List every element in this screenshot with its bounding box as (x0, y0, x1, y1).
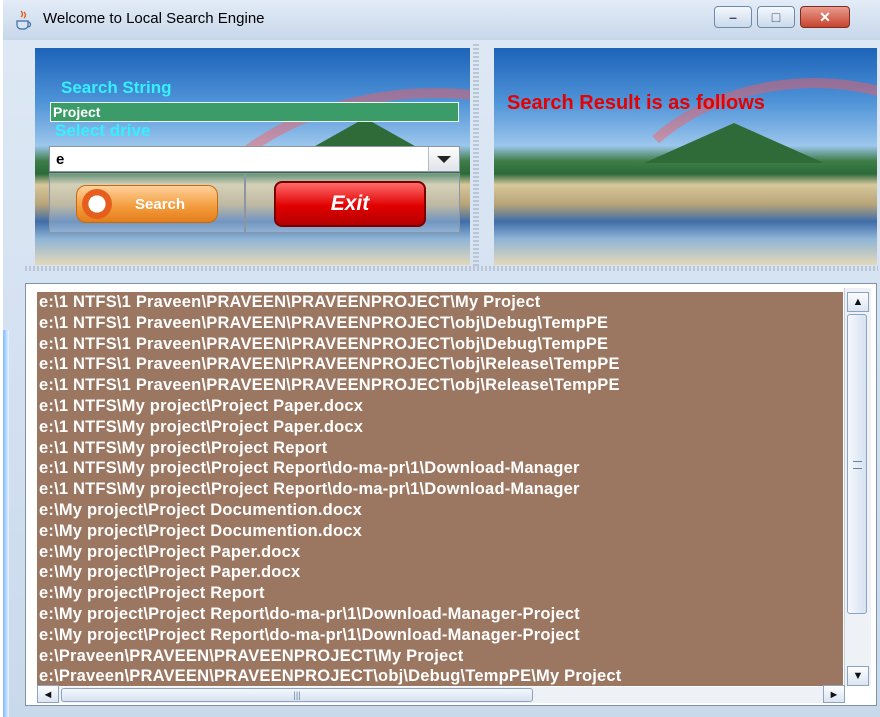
search-button-cell: Search (49, 173, 245, 233)
scroll-left-button[interactable]: ◄ (37, 685, 59, 703)
vertical-scroll-thumb[interactable] (847, 314, 867, 614)
close-icon: ✕ (819, 9, 831, 25)
mountain-decoration (644, 123, 824, 163)
magnifier-icon (82, 189, 112, 219)
close-button[interactable]: ✕ (800, 6, 850, 28)
result-row[interactable]: e:\My project\Project Report\do-ma-pr\1\… (37, 604, 843, 625)
results-scroll-pane: e:\1 NTFS\1 Praveen\PRAVEEN\PRAVEENPROJE… (25, 283, 877, 706)
maximize-icon: □ (771, 9, 781, 25)
search-button-label: Search (135, 196, 186, 213)
result-row[interactable]: e:\1 NTFS\1 Praveen\PRAVEEN\PRAVEENPROJE… (37, 313, 843, 334)
vertical-scrollbar[interactable]: ▲ ▼ (844, 288, 871, 686)
drive-select-value: e (56, 151, 65, 168)
result-row[interactable]: e:\1 NTFS\1 Praveen\PRAVEEN\PRAVEENPROJE… (37, 375, 843, 396)
scroll-up-button[interactable]: ▲ (847, 292, 869, 312)
exit-button-cell: Exit (245, 173, 460, 233)
vertical-splitter[interactable] (473, 44, 479, 266)
drive-select[interactable]: e (49, 146, 460, 172)
minimize-icon: – (729, 9, 737, 25)
horizontal-scroll-thumb[interactable]: ||| (61, 688, 533, 702)
results-list[interactable]: e:\1 NTFS\1 Praveen\PRAVEEN\PRAVEENPROJE… (37, 292, 843, 686)
maximize-button[interactable]: □ (757, 6, 795, 28)
java-cup-icon (16, 10, 32, 30)
app-window: Welcome to Local Search Engine – □ ✕ Sea… (3, 0, 880, 717)
result-row[interactable]: e:\1 NTFS\1 Praveen\PRAVEEN\PRAVEENPROJE… (37, 292, 843, 313)
result-row[interactable]: e:\My project\Project Paper.docx (37, 542, 843, 563)
result-row[interactable]: e:\1 NTFS\1 Praveen\PRAVEEN\PRAVEENPROJE… (37, 354, 843, 375)
search-input[interactable]: Project (50, 102, 459, 122)
result-row[interactable]: e:\1 NTFS\My project\Project Report\do-m… (37, 458, 843, 479)
result-title: Search Result is as follows (507, 92, 765, 114)
result-row[interactable]: e:\My project\Project Paper.docx (37, 562, 843, 583)
result-row[interactable]: e:\1 NTFS\My project\Project Paper.docx (37, 396, 843, 417)
window-title: Welcome to Local Search Engine (43, 10, 265, 27)
result-header-panel (494, 48, 877, 265)
result-row[interactable]: e:\My project\Project Report (37, 583, 843, 604)
exit-button-label: Exit (330, 192, 370, 215)
exit-button[interactable]: Exit (274, 181, 426, 227)
chevron-down-icon[interactable] (428, 147, 459, 171)
result-row[interactable]: e:\My project\Project Documention.docx (37, 521, 843, 542)
horizontal-splitter[interactable] (25, 266, 878, 271)
title-bar: Welcome to Local Search Engine – □ ✕ (3, 0, 880, 40)
result-row[interactable]: e:\1 NTFS\My project\Project Paper.docx (37, 417, 843, 438)
result-row[interactable]: e:\My project\Project Documention.docx (37, 500, 843, 521)
button-row: Search Exit (49, 173, 460, 233)
result-row[interactable]: e:\1 NTFS\My project\Project Report (37, 438, 843, 459)
search-button[interactable]: Search (76, 185, 218, 223)
select-drive-label: Select drive (55, 121, 151, 140)
result-row[interactable]: e:\My project\Project Report\do-ma-pr\1\… (37, 625, 843, 646)
result-row[interactable]: e:\Praveen\PRAVEEN\PRAVEENPROJECT\obj\De… (37, 666, 843, 686)
search-string-label: Search String (61, 78, 172, 97)
result-row[interactable]: e:\1 NTFS\1 Praveen\PRAVEEN\PRAVEENPROJE… (37, 334, 843, 355)
horizontal-scrollbar[interactable]: ◄ ||| ► (37, 685, 845, 703)
window-edge-glow (3, 330, 9, 717)
scroll-right-button[interactable]: ► (823, 685, 845, 703)
result-row[interactable]: e:\Praveen\PRAVEEN\PRAVEENPROJECT\My Pro… (37, 646, 843, 667)
result-row[interactable]: e:\1 NTFS\My project\Project Report\do-m… (37, 479, 843, 500)
minimize-button[interactable]: – (714, 6, 752, 28)
scroll-down-button[interactable]: ▼ (847, 666, 869, 686)
